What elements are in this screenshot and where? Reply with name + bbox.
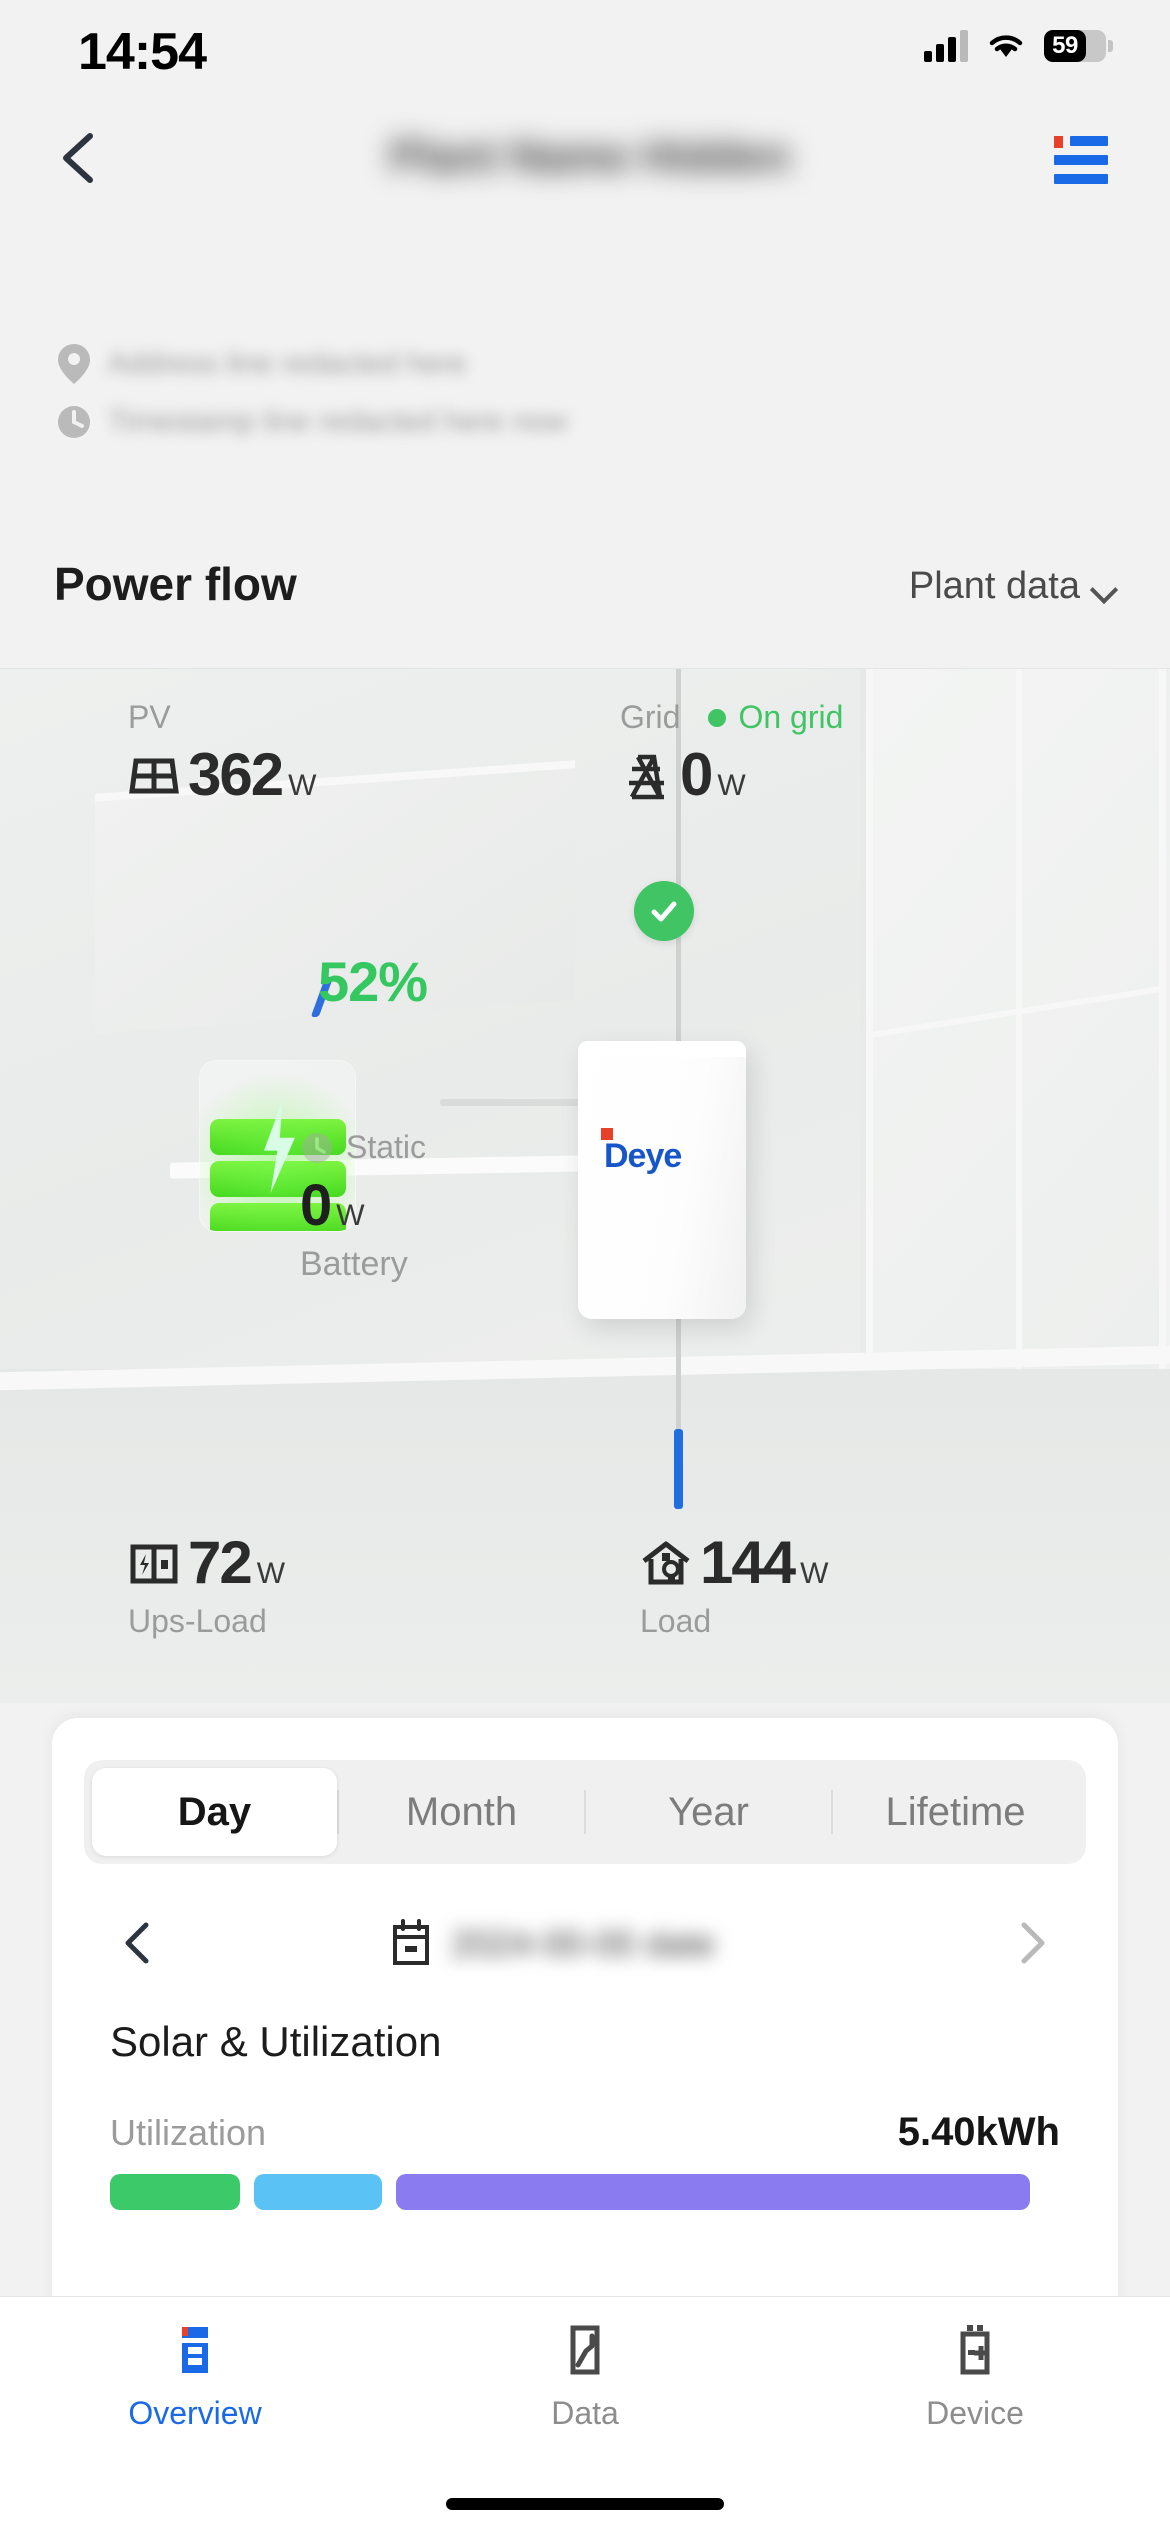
chevron-down-icon: [1094, 580, 1116, 594]
battery-connection-line: [440, 1099, 600, 1106]
data-chart-icon: [570, 2325, 600, 2375]
battery-value: 0: [300, 1173, 332, 1238]
plant-data-label: Plant data: [908, 565, 1080, 607]
plant-time-row: Timestamp line redacted here now: [0, 393, 1170, 451]
tab-overview-label: Overview: [128, 2395, 262, 2431]
solar-utilization-title: Solar & Utilization: [110, 2018, 442, 2065]
battery-soc-percent: 52%: [318, 950, 428, 1013]
utilization-row: Utilization 5.40kWh: [110, 2110, 1060, 2155]
tab-overview[interactable]: Overview: [0, 2319, 390, 2432]
calendar-icon: [393, 1919, 429, 1965]
status-bar: 14:54 59: [0, 0, 1170, 100]
ups-load-value: 72: [188, 1529, 253, 1596]
grid-stat: Grid On grid 0 W: [620, 699, 843, 809]
overview-icon: [182, 2327, 208, 2373]
utilization-label: Utilization: [110, 2112, 267, 2153]
plant-data-dropdown[interactable]: Plant data: [909, 565, 1116, 608]
check-circle-icon: [634, 881, 694, 941]
utilization-bar-segment-3: [396, 2174, 1030, 2210]
grid-status-badge: On grid: [708, 699, 843, 736]
period-segment-control: Day Month Year Lifetime: [84, 1760, 1086, 1864]
utilization-bar-segment-1: [110, 2174, 240, 2210]
inverter-device[interactable]: Deye: [578, 1041, 746, 1319]
inverter-output-line: [676, 1309, 681, 1429]
utilization-bar: [110, 2174, 1060, 2210]
plant-time-text: Timestamp line redacted here now: [108, 405, 568, 438]
load-unit: W: [800, 1557, 829, 1590]
tab-device[interactable]: Device: [780, 2319, 1170, 2432]
plant-location-row: Address line redacted here: [0, 335, 1170, 393]
pv-stat: PV 362 W: [128, 699, 316, 809]
date-navigator: 2024-00-00 date: [84, 1888, 1086, 1998]
utilization-bar-segment-2: [254, 2174, 382, 2210]
device-icon: [960, 2325, 990, 2375]
tab-day[interactable]: Day: [92, 1768, 337, 1856]
battery-icon: 59: [1044, 30, 1113, 62]
battery-stat: Static 0 W Battery: [300, 1129, 426, 1284]
status-bar-time: 14:54: [78, 23, 207, 81]
grid-value: 0: [680, 741, 713, 808]
app-screen: 14:54 59 Plant Name Hidden Address line …: [0, 0, 1170, 2532]
utilization-value: 5.40kWh: [897, 2110, 1060, 2154]
current-date-display[interactable]: 2024-00-00 date: [389, 1919, 781, 1967]
hamburger-menu-icon[interactable]: [1054, 136, 1108, 184]
home-load-icon: [642, 1541, 690, 1584]
pv-value: 362: [188, 741, 284, 808]
wifi-icon: [989, 35, 1023, 57]
power-flow-title: Power flow: [54, 558, 297, 610]
clock-icon: [302, 1132, 332, 1163]
grid-unit: W: [717, 769, 746, 802]
power-flow-diagram: Deye PV 362 W Grid On grid 0 W 52% Stati…: [0, 668, 1170, 1703]
tab-data-label: Data: [551, 2395, 619, 2431]
battery-label: Battery: [300, 1245, 408, 1283]
status-dot-icon: [708, 708, 727, 727]
load-label: Load: [640, 1603, 712, 1639]
chevron-left-icon[interactable]: [114, 1919, 162, 1967]
tab-lifetime[interactable]: Lifetime: [833, 1768, 1078, 1856]
battery-unit: W: [336, 1199, 365, 1232]
pv-unit: W: [288, 769, 317, 802]
grid-label: Grid: [620, 699, 681, 735]
ups-load-icon: [130, 1544, 178, 1583]
bottom-tab-bar: Overview Data Device: [0, 2296, 1170, 2532]
load-stat: 144 W Load: [640, 1524, 828, 1640]
tab-month[interactable]: Month: [339, 1768, 584, 1856]
pv-label: PV: [128, 699, 171, 735]
back-chevron-icon[interactable]: [50, 128, 110, 188]
tab-device-label: Device: [926, 2395, 1024, 2431]
home-indicator: [446, 2498, 724, 2510]
ups-load-label: Ups-Load: [128, 1603, 267, 1639]
solar-panel-icon: [129, 758, 179, 793]
chevron-right-icon[interactable]: [1008, 1919, 1056, 1967]
tab-year[interactable]: Year: [586, 1768, 831, 1856]
status-bar-indicators: 59: [924, 30, 1113, 62]
battery-state-text: Static: [346, 1129, 427, 1165]
deye-brand-logo: Deye: [601, 1128, 682, 1176]
ups-load-unit: W: [256, 1557, 286, 1590]
load-value: 144: [700, 1529, 796, 1596]
navigation-bar: Plant Name Hidden: [0, 100, 1170, 220]
cellular-signal-icon: [924, 30, 968, 62]
page-title: Plant Name Hidden: [389, 132, 791, 181]
load-flow-line: [674, 1429, 683, 1509]
ups-load-stat: 72 W Ups-Load: [128, 1524, 285, 1640]
power-tower-icon: [629, 754, 664, 799]
clock-icon: [58, 406, 90, 438]
location-pin-icon: [58, 344, 90, 384]
plant-info-rows: Address line redacted here Timestamp lin…: [0, 335, 1170, 451]
grid-status-text: On grid: [738, 699, 844, 735]
plant-location-text: Address line redacted here: [108, 347, 467, 380]
battery-percent: 59: [1044, 30, 1086, 62]
power-flow-header: Power flow Plant data: [0, 535, 1170, 645]
tab-data[interactable]: Data: [390, 2319, 780, 2432]
date-text: 2024-00-00 date: [451, 1923, 716, 1963]
